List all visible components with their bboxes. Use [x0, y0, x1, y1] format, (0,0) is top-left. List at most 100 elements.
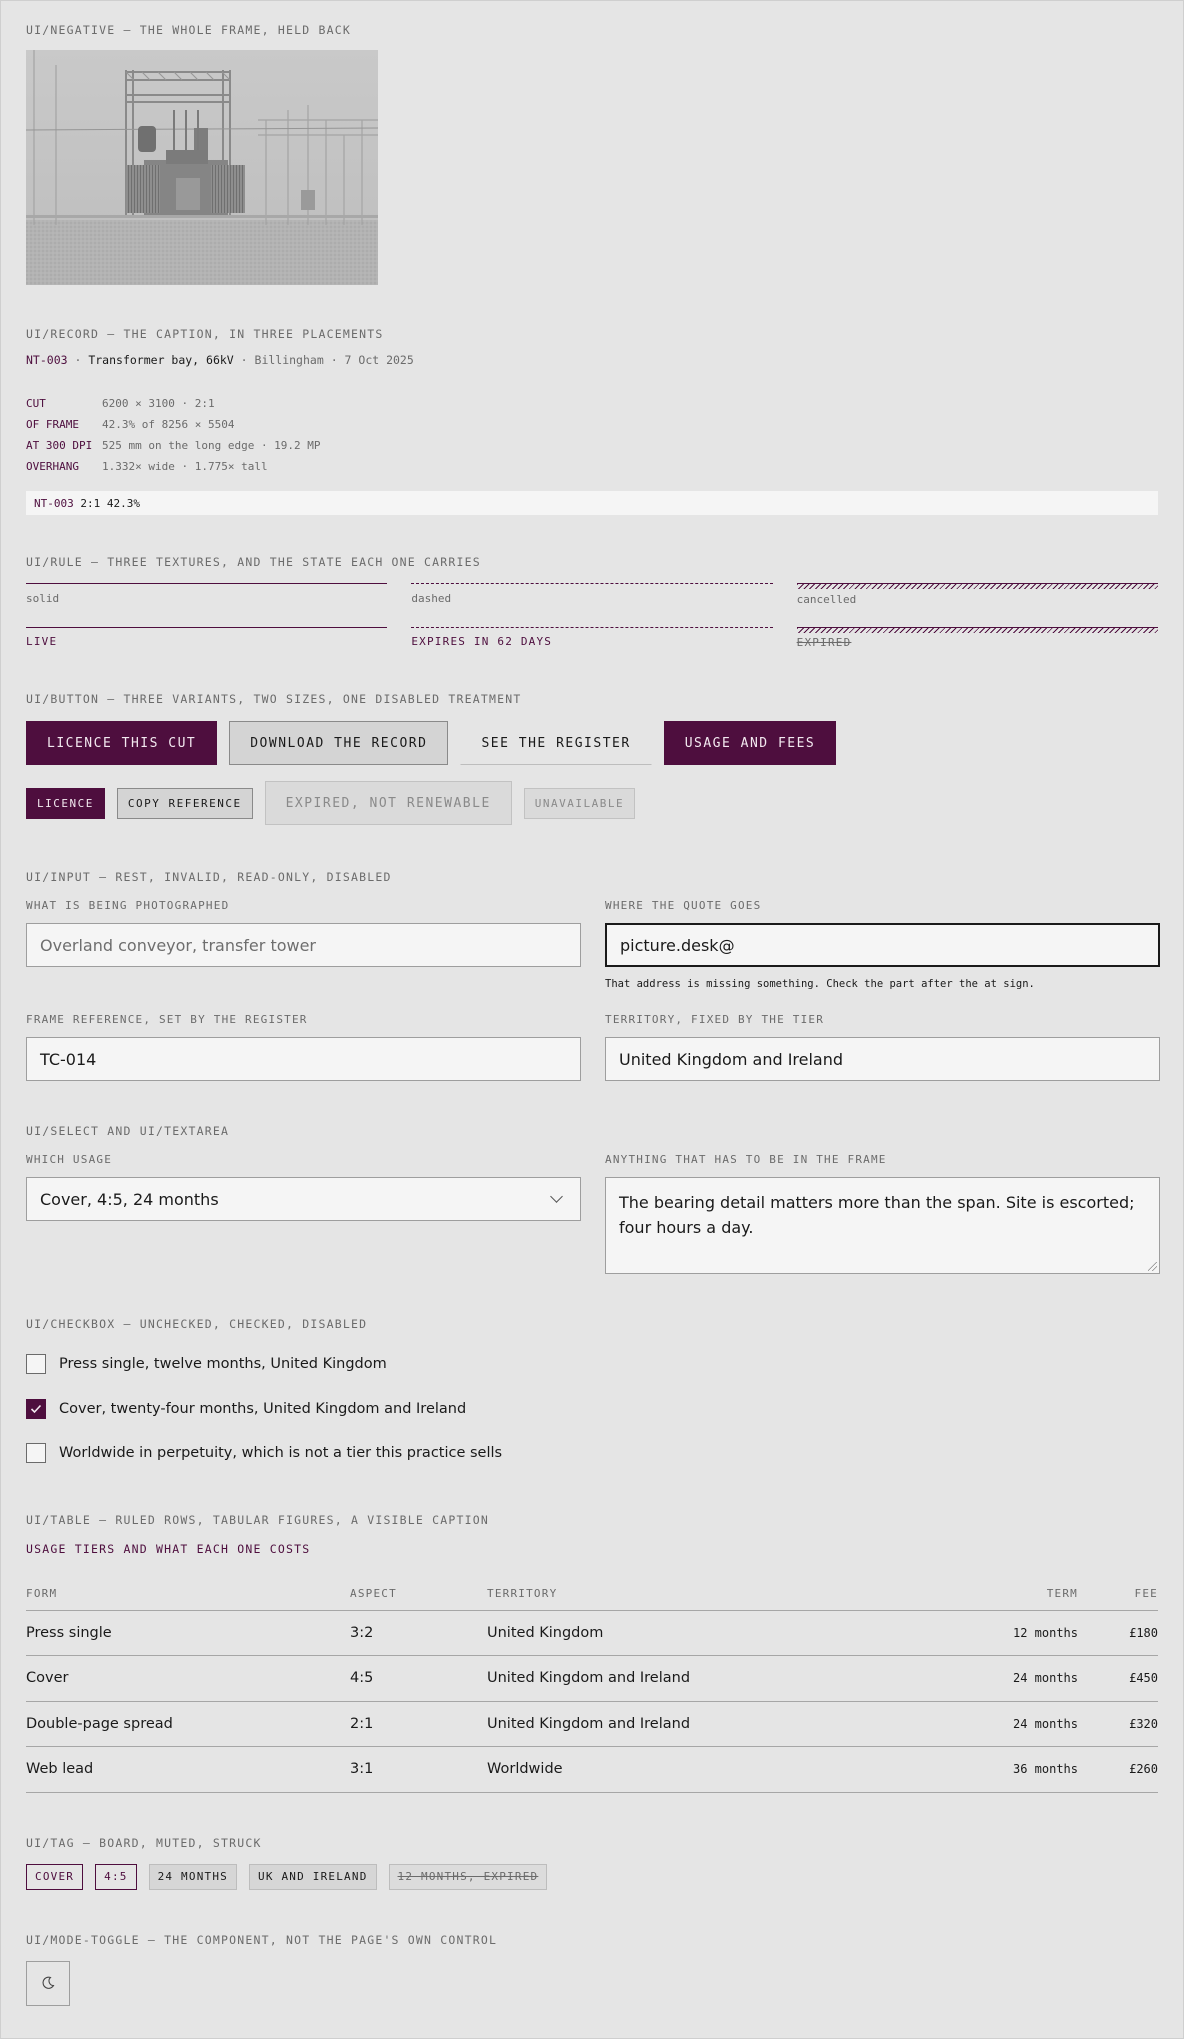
- cell-form: Cover: [26, 1655, 350, 1702]
- download-record-button[interactable]: DOWNLOAD THE RECORD: [229, 721, 449, 765]
- checkbox-label: Cover, twenty-four months, United Kingdo…: [59, 1401, 467, 1417]
- cell-term: 36 months: [928, 1746, 1078, 1793]
- tag-cover: COVER: [26, 1863, 84, 1890]
- cell-term: 24 months: [928, 1701, 1078, 1747]
- checkbox-label: Worldwide in perpetuity, which is not a …: [59, 1445, 503, 1461]
- usage-tiers-table: FORM ASPECT TERRITORY TERM FEE Press sin…: [26, 1577, 1158, 1793]
- rule-line-dashed: [411, 583, 773, 584]
- notes-textarea[interactable]: The bearing detail matters more than the…: [605, 1177, 1160, 1274]
- section-label-rule: UI/RULE — THREE TEXTURES, AND THE STATE …: [26, 555, 481, 569]
- copy-reference-button[interactable]: COPY REFERENCE: [116, 787, 253, 819]
- quote-field-group: WHERE THE QUOTE GOES picture.desk@ That …: [605, 899, 1160, 990]
- section-label-mode-toggle: UI/MODE-TOGGLE — THE COMPONENT, NOT THE …: [26, 1932, 498, 1947]
- section-label-tag: UI/TAG — BOARD, MUTED, STRUCK: [26, 1835, 262, 1850]
- rule-state-label: EXPIRES IN 62 DAYS: [411, 635, 553, 648]
- usage-field-group: WHICH USAGE Cover, 4:5, 24 months: [26, 1153, 581, 1274]
- rule-line-cancelled: [796, 583, 1158, 589]
- rule-dashed: dashed: [411, 583, 773, 609]
- chevron-down-icon: [550, 1190, 563, 1203]
- input-grid-bottom: FRAME REFERENCE, SET BY THE REGISTER TC-…: [26, 1013, 1160, 1081]
- expired-not-renewable-button: EXPIRED, NOT RENEWABLE: [264, 781, 512, 825]
- button-row-small: LICENCE COPY REFERENCE EXPIRED, NOT RENE…: [26, 781, 1158, 825]
- select-textarea-grid: WHICH USAGE Cover, 4:5, 24 months ANYTHI…: [26, 1153, 1160, 1274]
- rule-state-label: LIVE: [26, 635, 58, 648]
- cell-territory: United Kingdom and Ireland: [487, 1701, 928, 1747]
- frame-reference-input[interactable]: TC-014: [26, 1037, 581, 1081]
- usage-select[interactable]: Cover, 4:5, 24 months: [26, 1177, 581, 1221]
- subject-label: WHAT IS BEING PHOTOGRAPHED: [26, 899, 230, 912]
- rule-state-expiring: EXPIRES IN 62 DAYS: [411, 627, 773, 649]
- table-row: Double-page spread 2:1 United Kingdom an…: [26, 1701, 1158, 1747]
- caption-subject: Transformer bay, 66kV: [88, 353, 234, 367]
- checkbox-unchecked[interactable]: [26, 1354, 46, 1374]
- spec-value: 525 mm on the long edge · 19.2 MP: [102, 439, 321, 452]
- checkbox-disabled: [26, 1443, 46, 1463]
- territory-label: TERRITORY, FIXED BY THE TIER: [605, 1013, 825, 1026]
- licence-this-cut-button[interactable]: LICENCE THIS CUT: [26, 721, 218, 765]
- rule-samples: solid dashed cancelled: [26, 583, 1158, 609]
- usage-selected-value: Cover, 4:5, 24 months: [40, 1189, 219, 1209]
- section-label-checkbox: UI/CHECKBOX — UNCHECKED, CHECKED, DISABL…: [26, 1317, 368, 1331]
- rule-states: LIVE EXPIRES IN 62 DAYS EXPIRED: [26, 627, 1158, 649]
- cell-form: Double-page spread: [26, 1701, 350, 1747]
- unavailable-button: UNAVAILABLE: [523, 787, 636, 819]
- section-label-input: UI/INPUT — REST, INVALID, READ-ONLY, DIS…: [26, 870, 392, 884]
- spec-value: 42.3% of 8256 × 5504: [102, 418, 235, 431]
- checkbox-item: Worldwide in perpetuity, which is not a …: [26, 1443, 1158, 1463]
- cell-fee: £180: [1078, 1610, 1158, 1656]
- quote-email-input[interactable]: picture.desk@: [605, 923, 1160, 967]
- subject-input[interactable]: Overland conveyor, transfer tower: [26, 923, 581, 967]
- caption-separator: ·: [323, 353, 345, 367]
- tag-expired: 12 MONTHS, EXPIRED: [388, 1863, 548, 1890]
- usage-and-fees-button[interactable]: USAGE AND FEES: [663, 721, 837, 765]
- see-register-button[interactable]: SEE THE REGISTER: [460, 721, 652, 765]
- record-caption-inline: NT-003 · Transformer bay, 66kV · Billing…: [26, 353, 1158, 367]
- moon-icon: [42, 1976, 55, 1989]
- tag-territory: UK AND IRELAND: [249, 1863, 377, 1890]
- checkbox-item[interactable]: Press single, twelve months, United King…: [26, 1354, 1158, 1374]
- usage-label: WHICH USAGE: [26, 1153, 113, 1166]
- rule-state-label: EXPIRED: [796, 636, 852, 649]
- resize-grip-icon[interactable]: [1148, 1262, 1157, 1271]
- licence-button[interactable]: LICENCE: [26, 787, 105, 819]
- notes-text: The bearing detail matters more than the…: [619, 1193, 1135, 1237]
- quote-error-message: That address is missing something. Check…: [605, 978, 1035, 990]
- caption-place: Billingham: [254, 353, 324, 367]
- cell-territory: United Kingdom and Ireland: [487, 1655, 928, 1702]
- negative-photo: [26, 50, 378, 285]
- spec-row-cut: CUT 6200 × 3100 · 2:1: [26, 393, 1158, 414]
- cell-fee: £450: [1078, 1655, 1158, 1702]
- col-form: FORM: [26, 1577, 350, 1611]
- spec-value: 6200 × 3100 · 2:1: [102, 397, 215, 410]
- tag-term: 24 MONTHS: [148, 1863, 237, 1890]
- rule-solid: solid: [26, 583, 388, 609]
- checkbox-item[interactable]: Cover, twenty-four months, United Kingdo…: [26, 1399, 1158, 1419]
- record-caption-strip: NT-003 2:1 42.3%: [26, 491, 1158, 515]
- notes-field-group: ANYTHING THAT HAS TO BE IN THE FRAME The…: [605, 1153, 1160, 1274]
- spec-row-dpi: AT 300 DPI 525 mm on the long edge · 19.2…: [26, 435, 1158, 456]
- subject-field-group: WHAT IS BEING PHOTOGRAPHED Overland conv…: [26, 899, 581, 990]
- checkbox-checked[interactable]: [26, 1399, 46, 1419]
- cell-fee: £260: [1078, 1746, 1158, 1793]
- caption-ref: NT-003: [26, 353, 68, 367]
- rule-state-expired: EXPIRED: [796, 627, 1158, 649]
- spec-key: OF FRAME: [26, 418, 79, 431]
- rule-name: cancelled: [796, 593, 857, 606]
- caption-separator: ·: [233, 353, 255, 367]
- section-label-table: UI/TABLE — RULED ROWS, TABULAR FIGURES, …: [26, 1513, 490, 1527]
- table-caption: USAGE TIERS AND WHAT EACH ONE COSTS: [26, 1542, 311, 1556]
- strip-ref: NT-003: [34, 496, 74, 510]
- tag-list: COVER 4:5 24 MONTHS UK AND IRELAND 12 MO…: [26, 1863, 1158, 1890]
- cell-territory: Worldwide: [487, 1746, 928, 1793]
- territory-field-group: TERRITORY, FIXED BY THE TIER United King…: [605, 1013, 1160, 1081]
- strip-rest: 2:1 42.3%: [73, 496, 140, 510]
- spec-row-of-frame: OF FRAME 42.3% of 8256 × 5504: [26, 414, 1158, 435]
- cell-term: 12 months: [928, 1610, 1078, 1656]
- col-term: TERM: [928, 1577, 1078, 1611]
- cell-aspect: 3:2: [350, 1610, 487, 1656]
- cell-territory: United Kingdom: [487, 1610, 928, 1656]
- mode-toggle-button[interactable]: [26, 1960, 70, 2006]
- transformer-bay-image: [26, 50, 378, 285]
- section-label-record: UI/RECORD — THE CAPTION, IN THREE PLACEM…: [26, 327, 384, 341]
- rule-name: dashed: [411, 592, 452, 605]
